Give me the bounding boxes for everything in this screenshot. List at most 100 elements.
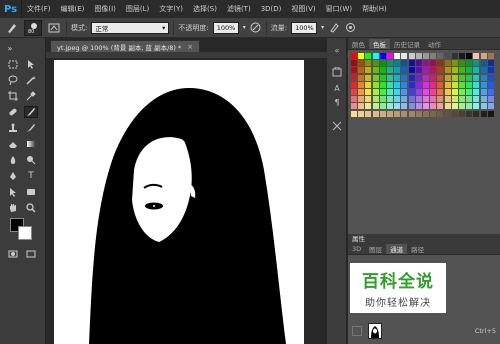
color-swatch[interactable] [487, 74, 494, 81]
healing-brush-icon[interactable] [6, 106, 20, 118]
color-swatch[interactable] [444, 110, 451, 117]
color-swatch[interactable] [466, 96, 473, 103]
color-swatch[interactable] [430, 81, 437, 88]
color-swatch[interactable] [387, 110, 393, 117]
color-swatch[interactable] [358, 110, 365, 117]
color-swatch[interactable] [358, 74, 365, 81]
color-swatch[interactable] [466, 81, 473, 88]
color-swatch[interactable] [459, 110, 465, 117]
pressure-size-icon[interactable] [344, 22, 356, 34]
brush-tool-icon[interactable] [24, 106, 38, 118]
color-swatch[interactable] [379, 53, 386, 59]
color-swatch[interactable] [408, 67, 415, 74]
properties-panel-header[interactable]: 属性 [348, 234, 500, 244]
color-swatch[interactable] [437, 60, 444, 67]
color-swatch[interactable] [451, 67, 458, 74]
opacity-input[interactable]: 100% [212, 21, 239, 34]
color-swatch[interactable] [415, 74, 422, 81]
mode-select[interactable]: 正常 ▾ [91, 21, 170, 34]
color-swatch[interactable] [473, 96, 480, 103]
color-swatch[interactable] [487, 110, 494, 117]
tab-actions[interactable]: 动作 [424, 39, 445, 49]
color-swatch[interactable] [372, 103, 379, 110]
color-swatch[interactable] [394, 96, 401, 103]
color-swatch[interactable] [430, 110, 437, 117]
color-swatch[interactable] [423, 60, 429, 67]
color-swatch[interactable] [423, 103, 429, 110]
visibility-toggle[interactable] [352, 326, 362, 336]
color-swatch[interactable] [466, 110, 473, 117]
color-swatch[interactable] [387, 89, 393, 95]
color-swatch[interactable] [365, 53, 372, 59]
dodge-tool-icon[interactable] [24, 154, 38, 166]
lasso-tool-icon[interactable] [6, 74, 20, 86]
color-swatch[interactable] [444, 81, 451, 88]
color-swatch[interactable] [358, 60, 365, 67]
color-swatch[interactable] [415, 53, 422, 59]
color-swatch[interactable] [473, 67, 480, 74]
color-swatch[interactable] [387, 60, 393, 67]
color-swatch[interactable] [444, 67, 451, 74]
color-swatch[interactable] [423, 81, 429, 88]
color-swatch[interactable] [351, 67, 357, 74]
tab-paths[interactable]: 路径 [407, 244, 428, 254]
magic-wand-icon[interactable] [24, 74, 38, 86]
color-swatch[interactable] [372, 89, 379, 95]
color-swatch[interactable] [365, 110, 372, 117]
color-swatch[interactable] [487, 67, 494, 74]
color-swatch[interactable] [437, 103, 444, 110]
color-swatch[interactable] [408, 110, 415, 117]
color-swatch[interactable] [437, 67, 444, 74]
pen-tool-icon[interactable] [6, 170, 20, 182]
eyedropper-icon[interactable] [24, 90, 38, 102]
color-swatch[interactable] [473, 53, 480, 59]
menu-item[interactable]: 文件(F) [22, 0, 56, 18]
gradient-tool-icon[interactable] [24, 138, 38, 150]
color-swatch[interactable] [415, 110, 422, 117]
image-canvas[interactable] [54, 60, 304, 344]
color-swatch[interactable] [358, 67, 365, 74]
color-swatch[interactable] [372, 74, 379, 81]
color-swatch[interactable] [372, 67, 379, 74]
flow-dropdown-icon[interactable]: ▾ [321, 24, 324, 31]
color-swatch[interactable] [437, 74, 444, 81]
color-swatch[interactable] [430, 60, 437, 67]
color-swatch[interactable] [459, 96, 465, 103]
color-swatch[interactable] [351, 60, 357, 67]
type-tool-icon[interactable]: T [24, 170, 38, 182]
menu-item[interactable]: 滤镜(T) [222, 0, 256, 18]
path-selection-icon[interactable] [6, 186, 20, 198]
color-swatch[interactable] [379, 96, 386, 103]
move-tool-icon[interactable] [24, 58, 38, 70]
color-swatch[interactable] [358, 96, 365, 103]
color-swatch[interactable] [408, 81, 415, 88]
color-swatch[interactable] [423, 74, 429, 81]
color-swatch[interactable] [430, 103, 437, 110]
color-swatch[interactable] [351, 96, 357, 103]
color-swatch[interactable] [394, 60, 401, 67]
color-swatch[interactable] [365, 103, 372, 110]
color-swatch[interactable] [415, 103, 422, 110]
menu-item[interactable]: 3D(D) [256, 0, 287, 18]
color-swatch[interactable] [430, 96, 437, 103]
color-swatch[interactable] [379, 103, 386, 110]
color-swatch[interactable] [379, 60, 386, 67]
color-swatch[interactable] [466, 103, 473, 110]
color-swatch[interactable] [480, 60, 487, 67]
tab-channels[interactable]: 通道 [386, 244, 408, 254]
color-swatch[interactable] [365, 96, 372, 103]
channel-row[interactable]: Ctrl+5 [348, 321, 500, 341]
color-swatch[interactable] [487, 53, 494, 59]
color-swatch[interactable] [401, 81, 408, 88]
color-swatch[interactable] [401, 60, 408, 67]
color-swatch[interactable] [423, 89, 429, 95]
color-swatch[interactable] [401, 67, 408, 74]
color-swatch[interactable] [372, 60, 379, 67]
color-swatch[interactable] [394, 110, 401, 117]
document-tab[interactable]: yt.jpeg @ 100% (背景 副本, 蓝 副本/8) * × [50, 40, 201, 52]
color-swatch[interactable] [473, 74, 480, 81]
color-swatch[interactable] [358, 103, 365, 110]
color-swatch[interactable] [444, 96, 451, 103]
clone-stamp-icon[interactable] [6, 122, 20, 134]
color-swatch[interactable] [487, 81, 494, 88]
